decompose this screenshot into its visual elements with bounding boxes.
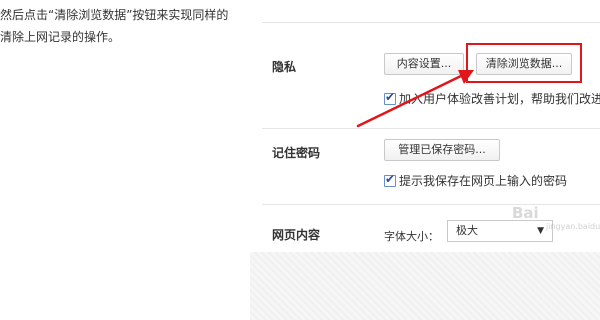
- annotation-arrow-icon: [356, 70, 474, 128]
- watermark-url: jingyan.baidu.com: [546, 222, 600, 231]
- watermark-logo: Bai: [512, 204, 539, 222]
